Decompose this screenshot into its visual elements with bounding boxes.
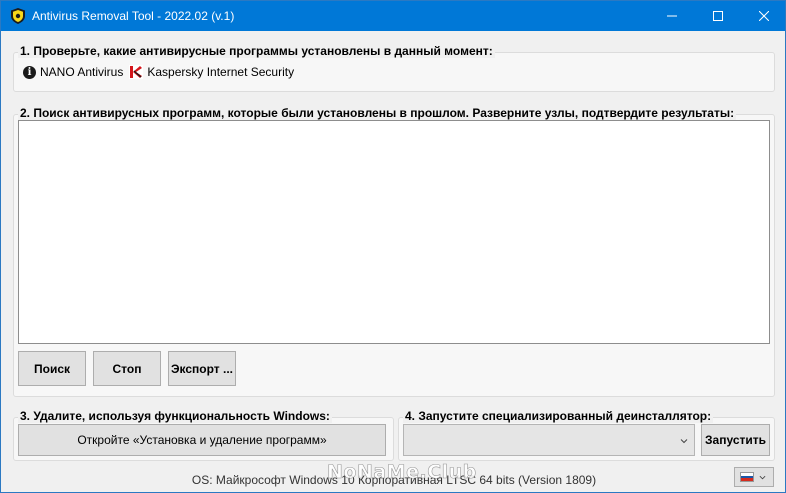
title-bar[interactable]: Antivirus Removal Tool - 2022.02 (v.1) xyxy=(1,1,785,31)
installed-item-label: Kaspersky Internet Security xyxy=(147,65,295,79)
maximize-icon xyxy=(713,11,723,21)
shield-app-icon xyxy=(11,8,25,24)
installed-item-nano[interactable]: i NANO Antivirus xyxy=(23,65,123,79)
past-antivirus-label: 2. Поиск антивирусных программ, которые … xyxy=(18,106,737,120)
run-button[interactable]: Запустить xyxy=(701,424,770,456)
search-button[interactable]: Поиск xyxy=(18,351,86,386)
info-icon: i xyxy=(23,65,36,79)
minimize-icon xyxy=(667,15,677,17)
flag-ru-icon xyxy=(740,472,754,482)
maximize-button[interactable] xyxy=(695,1,741,31)
language-selector[interactable] xyxy=(734,467,774,487)
uninstaller-select[interactable] xyxy=(403,424,695,456)
minimize-button[interactable] xyxy=(649,1,695,31)
chevron-down-icon xyxy=(680,439,688,444)
installed-item-kaspersky[interactable]: Kaspersky Internet Security xyxy=(129,65,294,79)
installed-antivirus-label: 1. Проверьте, какие антивирусные програм… xyxy=(18,44,495,58)
kaspersky-icon xyxy=(129,65,144,79)
export-button[interactable]: Экспорт ... xyxy=(168,351,236,386)
close-button[interactable] xyxy=(741,1,786,31)
stop-button[interactable]: Стоп xyxy=(93,351,161,386)
installed-antivirus-list: i NANO Antivirus Kaspersky Internet Secu… xyxy=(23,65,296,79)
special-uninstaller-label: 4. Запустите специализированный деинстал… xyxy=(403,409,714,423)
close-icon xyxy=(759,11,769,21)
windows-uninstall-label: 3. Удалите, используя функциональность W… xyxy=(18,409,332,423)
window-title: Antivirus Removal Tool - 2022.02 (v.1) xyxy=(32,9,235,23)
chevron-down-icon xyxy=(759,475,766,479)
results-tree-view[interactable] xyxy=(18,120,770,344)
open-programs-button[interactable]: Откройте «Установка и удаление программ» xyxy=(18,424,386,456)
watermark: NoNaMe.Club xyxy=(327,461,477,484)
app-window: Antivirus Removal Tool - 2022.02 (v.1) 1… xyxy=(0,0,786,493)
installed-item-label: NANO Antivirus xyxy=(40,65,124,79)
